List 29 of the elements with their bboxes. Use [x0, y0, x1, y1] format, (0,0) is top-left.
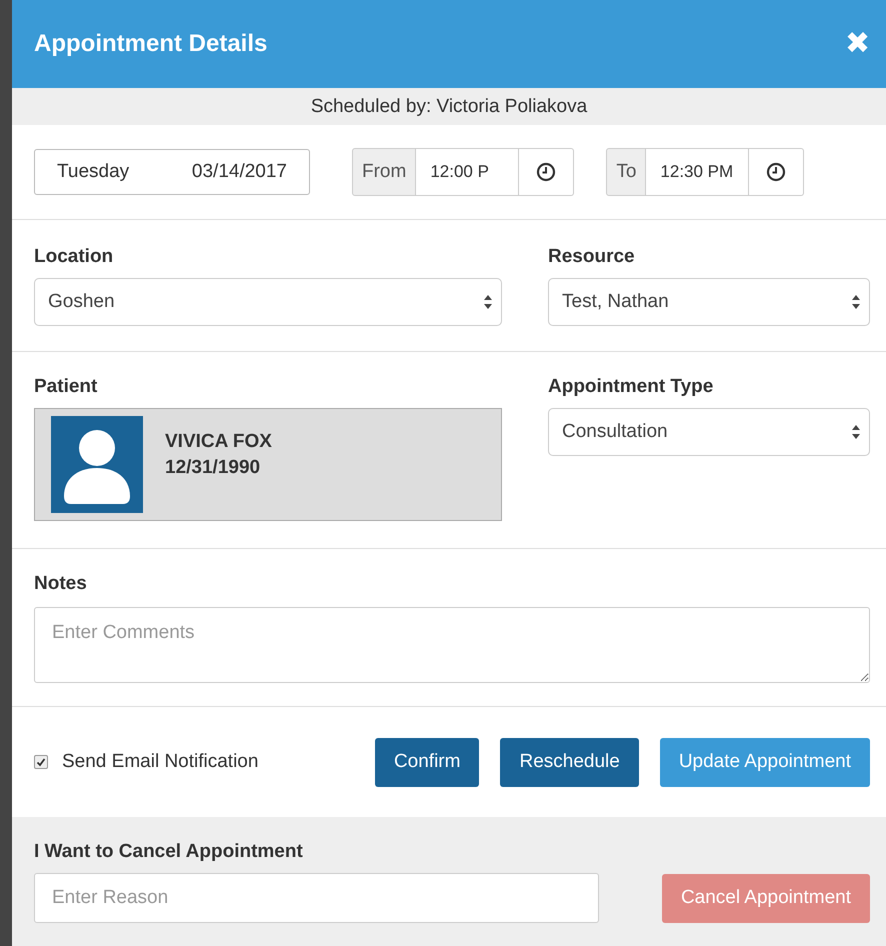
- patient-dob: 12/31/1990: [165, 456, 262, 478]
- avatar-icon: [51, 416, 143, 513]
- patient-name: VIVICA FOX: [165, 430, 272, 452]
- time-label: To: [606, 148, 646, 196]
- checkbox-label: Send Email Notification: [62, 751, 258, 773]
- field-label: Appointment Type: [548, 376, 714, 398]
- checkbox[interactable]: [34, 755, 48, 769]
- field-label: Resource: [548, 246, 636, 268]
- field-label: Patient: [34, 376, 98, 398]
- clock-icon: [536, 162, 556, 182]
- select-field[interactable]: Consultation: [548, 408, 870, 456]
- up-down-arrows-icon: [483, 293, 493, 311]
- clock-icon: [766, 162, 786, 182]
- up-down-arrows-icon: [851, 423, 861, 441]
- select-field[interactable]: Goshen: [34, 278, 502, 326]
- date-field[interactable]: Tuesday 03/14/2017: [34, 149, 310, 195]
- clock-button[interactable]: [519, 148, 574, 196]
- scheduled-by-text: Scheduled by: Victoria Poliakova: [310, 96, 588, 118]
- time-label: From: [352, 148, 416, 196]
- notes-field[interactable]: Enter Comments: [34, 607, 870, 683]
- action-button[interactable]: Confirm: [374, 738, 480, 786]
- action-button[interactable]: Reschedule: [500, 738, 639, 786]
- dialog-title: Appointment Details: [34, 30, 268, 58]
- field-label: Notes: [34, 573, 88, 595]
- up-down-arrows-icon: [851, 293, 861, 311]
- field-label: Location: [34, 246, 114, 268]
- field-label: I Want to Cancel Appointment: [34, 841, 304, 863]
- select-field[interactable]: Test, Nathan: [548, 278, 870, 326]
- clock-button[interactable]: [749, 148, 804, 196]
